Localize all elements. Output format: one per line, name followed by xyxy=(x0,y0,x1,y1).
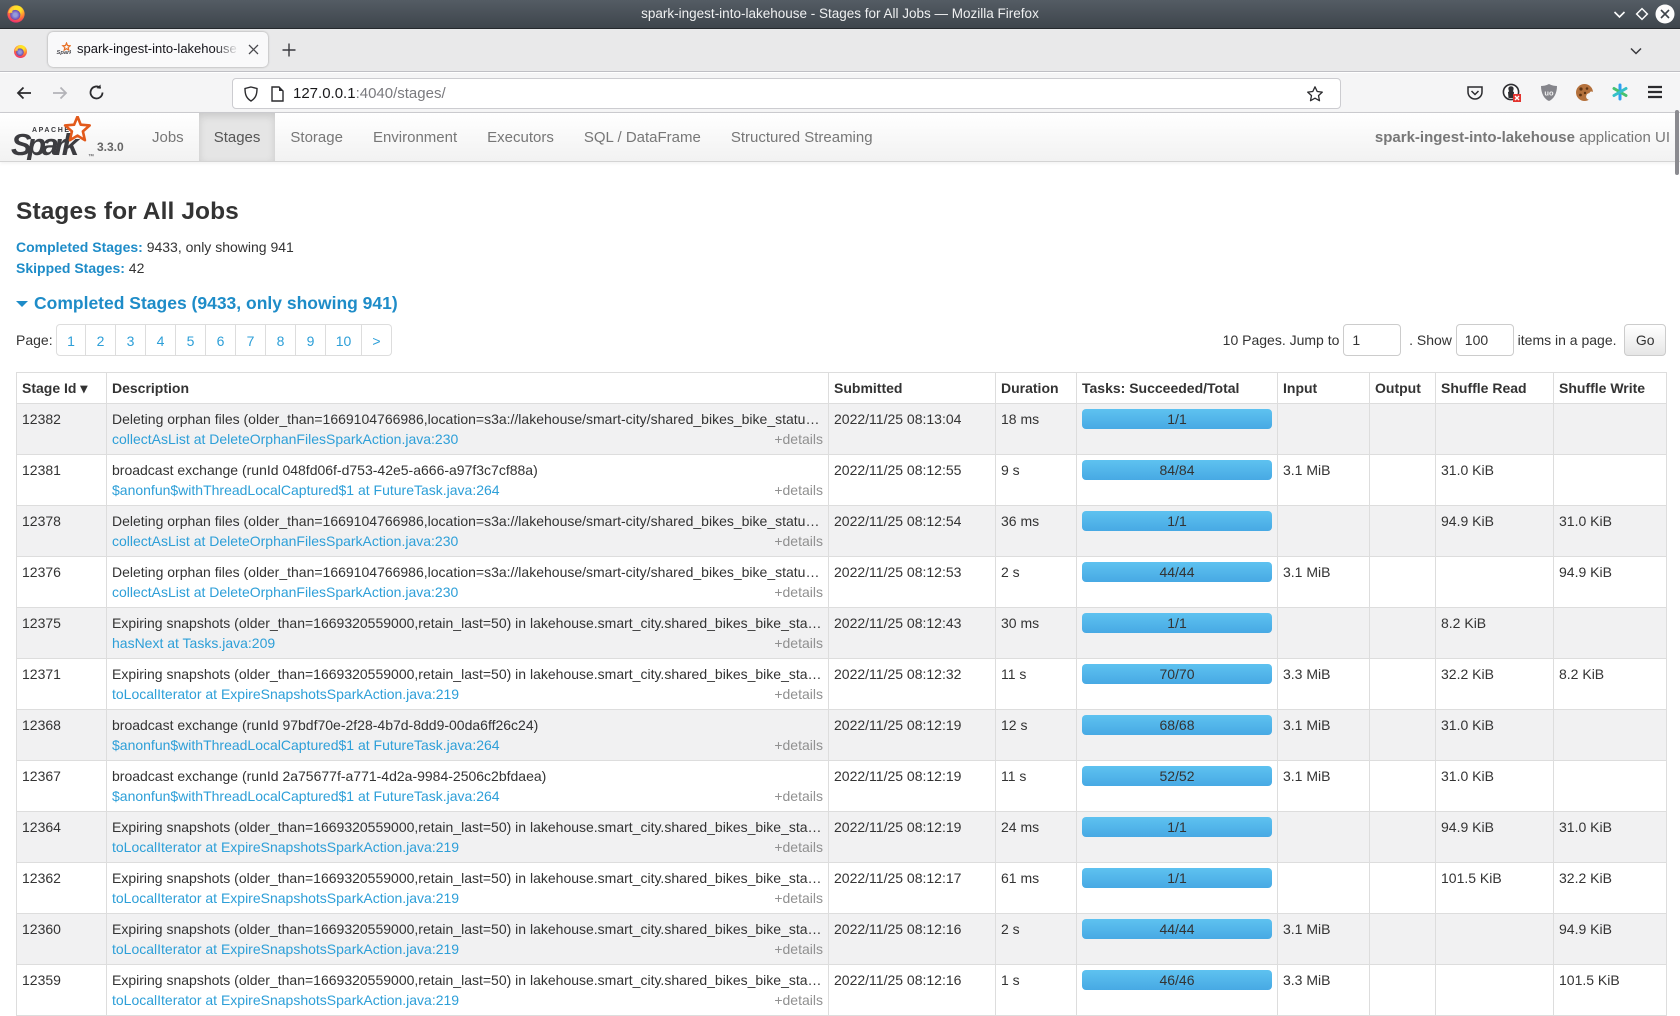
svg-text:uo: uo xyxy=(1544,89,1554,98)
svg-text:™: ™ xyxy=(88,153,94,160)
svg-text:Spark: Spark xyxy=(11,127,81,160)
svg-text:Spark: Spark xyxy=(57,50,72,56)
